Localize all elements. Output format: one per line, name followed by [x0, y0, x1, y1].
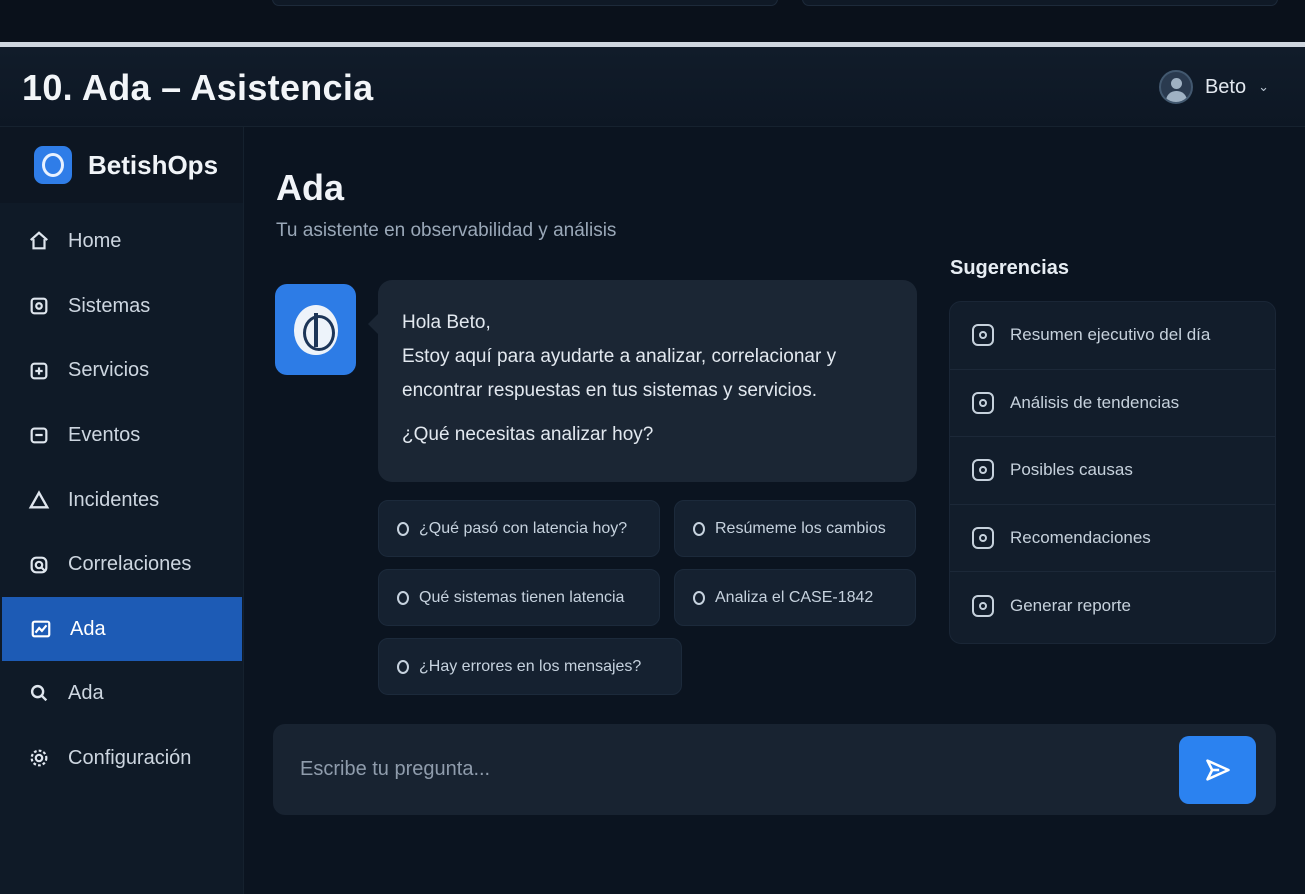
suggested-question-chip[interactable]: Resúmeme los cambios: [674, 500, 916, 557]
message-question: ¿Qué necesitas analizar hoy?: [402, 424, 654, 445]
suggestions-title: Sugerencias: [950, 257, 1069, 279]
chat-icon: [397, 521, 409, 536]
sidebar-item-sistemas[interactable]: Sistemas: [0, 274, 243, 339]
user-name: Beto: [1204, 75, 1247, 98]
sidebar-item-label: Configuración: [68, 746, 192, 769]
sidebar-nav: Home Sistemas Servicios Eventos Incident…: [0, 209, 243, 791]
brand-logo-icon: [34, 146, 72, 184]
generate-report-icon: [972, 595, 994, 618]
chat-icon: [693, 590, 705, 605]
suggested-question-chip[interactable]: ¿Hay errores en los mensajes?: [378, 638, 682, 695]
home-icon: [28, 230, 50, 252]
suggestion-item[interactable]: Posibles causas: [950, 437, 1275, 505]
chip-label: Analiza el CASE-1842: [715, 588, 874, 606]
suggestion-label: Resumen ejecutivo del día: [1010, 325, 1211, 345]
suggestion-item[interactable]: Análisis de tendencias: [950, 370, 1275, 438]
suggested-question-chip[interactable]: Analiza el CASE-1842: [674, 569, 916, 626]
correlations-icon: [28, 554, 50, 576]
page-subtitle: Tu asistente en observabilidad y análisi…: [276, 220, 617, 241]
chip-label: Resúmeme los cambios: [715, 519, 886, 537]
title-bar: 10. Ada – Asistencia Beto ⌄: [0, 47, 1305, 127]
suggestion-label: Recomendaciones: [1010, 528, 1151, 548]
user-menu[interactable]: Beto ⌄: [1158, 70, 1269, 104]
sidebar-item-label: Eventos: [68, 423, 141, 446]
sidebar-item-label: Ada: [70, 617, 106, 640]
message-line: encontrar respuestas en tus sistemas y s…: [402, 380, 818, 401]
chart-icon: [30, 618, 52, 640]
previous-slide-strip: [0, 0, 1305, 42]
sidebar-item-label: Home: [68, 229, 122, 252]
warning-icon: [28, 489, 50, 511]
suggestions-panel: Resumen ejecutivo del día Análisis de te…: [949, 301, 1276, 644]
chat-icon: [693, 521, 705, 536]
assistant-avatar-icon: [275, 284, 356, 375]
sidebar-item-ada-active[interactable]: Ada: [2, 597, 242, 662]
suggestion-item[interactable]: Generar reporte: [950, 572, 1275, 640]
events-icon: [28, 424, 50, 446]
sidebar-item-correlaciones[interactable]: Correlaciones: [0, 532, 243, 597]
suggestion-label: Posibles causas: [1010, 460, 1133, 480]
slide-title: 10. Ada – Asistencia: [22, 67, 374, 108]
main-content: Ada Tu asistente en observabilidad y aná…: [244, 127, 1305, 894]
page-title: Ada: [276, 167, 345, 208]
send-icon: [1205, 759, 1230, 781]
sidebar-item-label: Correlaciones: [68, 553, 192, 576]
assistant-message: Hola Beto, Estoy aquí para ayudarte a an…: [368, 280, 917, 482]
chip-label: ¿Qué pasó con latencia hoy?: [419, 519, 628, 537]
trend-icon: [972, 391, 994, 414]
chat-icon: [397, 659, 409, 674]
sidebar-item-ada-search[interactable]: Ada: [0, 661, 243, 726]
question-input[interactable]: [273, 724, 1173, 815]
chevron-down-icon[interactable]: ⌄: [1258, 79, 1269, 95]
previous-card: [272, 0, 778, 6]
services-icon: [28, 360, 50, 382]
previous-card: [802, 0, 1278, 6]
suggested-question-chip[interactable]: Qué sistemas tienen latencia: [378, 569, 660, 626]
sidebar-item-eventos[interactable]: Eventos: [0, 403, 243, 468]
sidebar: BetishOps Home Sistemas Servicios Evento…: [0, 127, 244, 894]
avatar[interactable]: [1158, 70, 1193, 104]
chip-label: Qué sistemas tienen latencia: [419, 588, 625, 606]
message-line: Estoy aquí para ayudarte a analizar, cor…: [402, 346, 837, 367]
sidebar-item-home[interactable]: Home: [0, 209, 243, 274]
sidebar-item-label: Ada: [68, 681, 104, 704]
suggested-question-chip[interactable]: ¿Qué pasó con latencia hoy?: [378, 500, 660, 557]
suggestion-label: Generar reporte: [1010, 596, 1131, 616]
sidebar-item-label: Servicios: [68, 359, 150, 382]
send-button[interactable]: [1179, 736, 1256, 804]
sidebar-item-label: Sistemas: [68, 294, 151, 317]
systems-icon: [28, 295, 50, 317]
suggestion-item[interactable]: Resumen ejecutivo del día: [950, 302, 1275, 370]
message-composer: [273, 724, 1276, 815]
brand-name: BetishOps: [88, 149, 219, 180]
sidebar-item-configuracion[interactable]: Configuración: [0, 726, 243, 791]
gear-icon: [28, 747, 50, 769]
sidebar-item-label: Incidentes: [68, 488, 160, 511]
sidebar-item-incidentes[interactable]: Incidentes: [0, 468, 243, 533]
chip-label: ¿Hay errores en los mensajes?: [419, 657, 642, 675]
suggestion-label: Análisis de tendencias: [1010, 392, 1180, 412]
causes-icon: [972, 459, 994, 482]
search-icon: [28, 682, 50, 704]
suggestion-item[interactable]: Recomendaciones: [950, 505, 1275, 573]
recommendations-icon: [972, 527, 994, 550]
report-icon: [972, 324, 994, 347]
brand[interactable]: BetishOps: [0, 127, 243, 203]
message-greeting: Hola Beto,: [402, 312, 491, 333]
chat-icon: [397, 590, 409, 605]
sidebar-item-servicios[interactable]: Servicios: [0, 338, 243, 403]
